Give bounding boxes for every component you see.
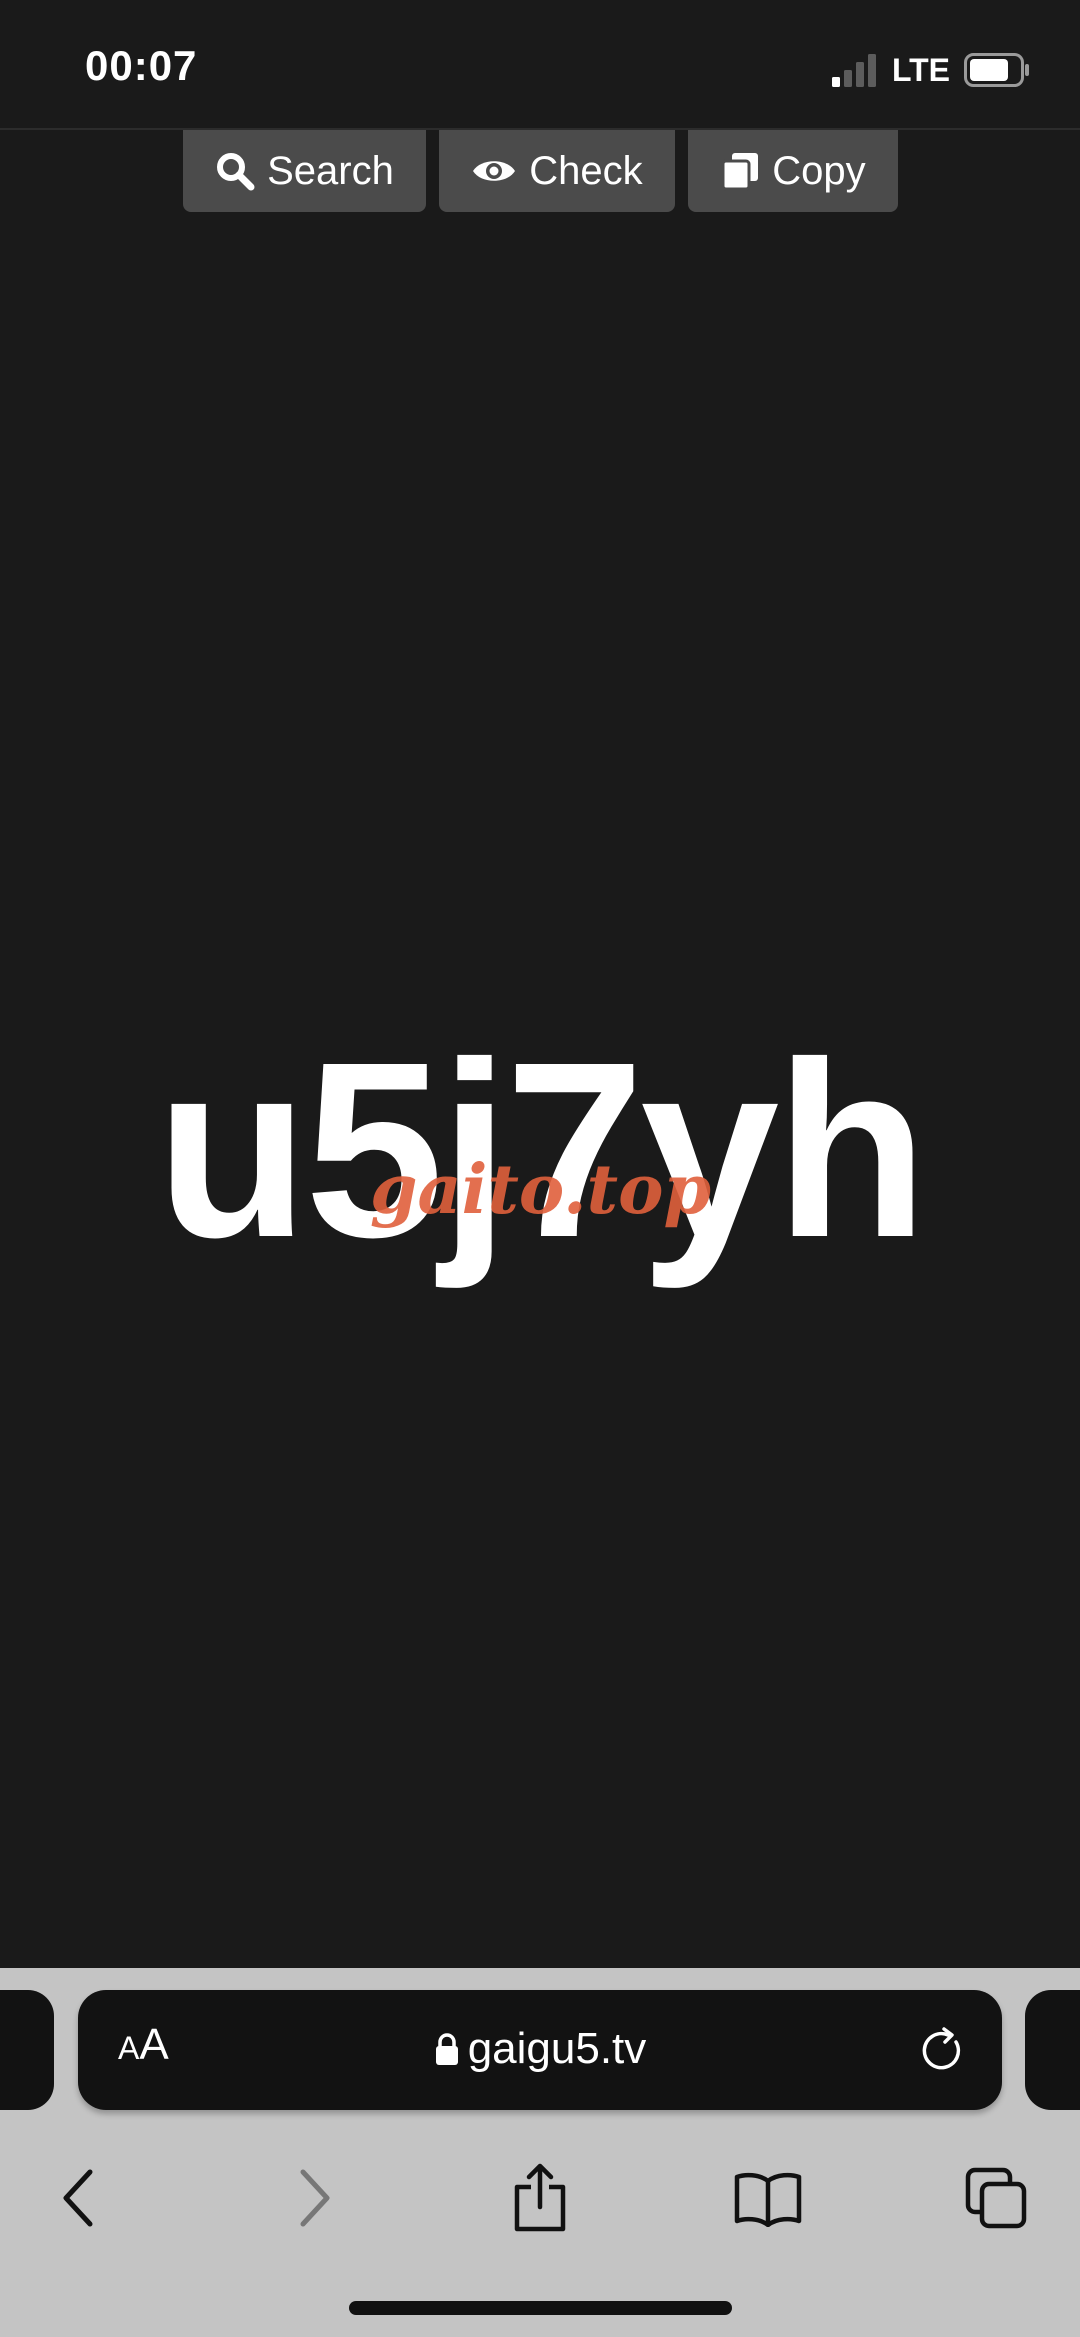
check-button-label: Check	[529, 148, 643, 193]
url-display[interactable]: gaigu5.tv	[78, 2024, 1002, 2074]
status-bar: 00:07 LTE	[0, 0, 1080, 130]
share-button[interactable]	[490, 2148, 590, 2248]
forward-button[interactable]	[263, 2148, 363, 2248]
eye-icon	[473, 161, 516, 181]
copy-button-label: Copy	[772, 148, 866, 193]
navigation-bar	[0, 2148, 1080, 2248]
browser-toolbar: A A gaigu5.tv	[0, 1968, 1080, 2337]
tabs-icon	[965, 2167, 1027, 2229]
search-button[interactable]: Search	[183, 130, 426, 212]
lock-icon	[435, 2033, 458, 2065]
battery-icon	[964, 53, 1029, 87]
share-icon	[514, 2163, 566, 2232]
reload-button[interactable]	[920, 2026, 966, 2079]
copy-button[interactable]: Copy	[688, 130, 898, 212]
search-icon	[217, 153, 255, 191]
copy-icon	[721, 153, 759, 191]
bookmarks-icon	[734, 2172, 802, 2227]
toolbar: Search Check Copy	[183, 130, 898, 212]
check-button[interactable]: Check	[439, 130, 675, 212]
url-text: gaigu5.tv	[467, 2024, 647, 2073]
page: 00:07 LTE Search Check Copy u5j7yh gaito…	[0, 0, 1080, 2337]
watermark: gaito.top	[370, 1150, 711, 1230]
bookmarks-button[interactable]	[718, 2148, 818, 2248]
next-tab-preview[interactable]	[1025, 1990, 1080, 2110]
back-button[interactable]	[30, 2148, 130, 2248]
reload-icon	[922, 2027, 961, 2070]
signal-icon	[831, 54, 876, 87]
search-button-label: Search	[267, 148, 394, 193]
forward-icon	[300, 2169, 330, 2227]
home-indicator[interactable]	[349, 2301, 732, 2315]
status-time: 00:07	[85, 42, 198, 89]
network-type: LTE	[891, 51, 950, 88]
previous-tab-preview[interactable]	[0, 1990, 54, 2110]
tabs-button[interactable]	[946, 2148, 1046, 2248]
back-icon	[63, 2169, 93, 2227]
address-bar[interactable]: A A gaigu5.tv	[78, 1990, 1002, 2110]
code-display: u5j7yh gaito.top	[0, 1000, 1080, 1300]
status-indicators: LTE	[830, 50, 1030, 90]
